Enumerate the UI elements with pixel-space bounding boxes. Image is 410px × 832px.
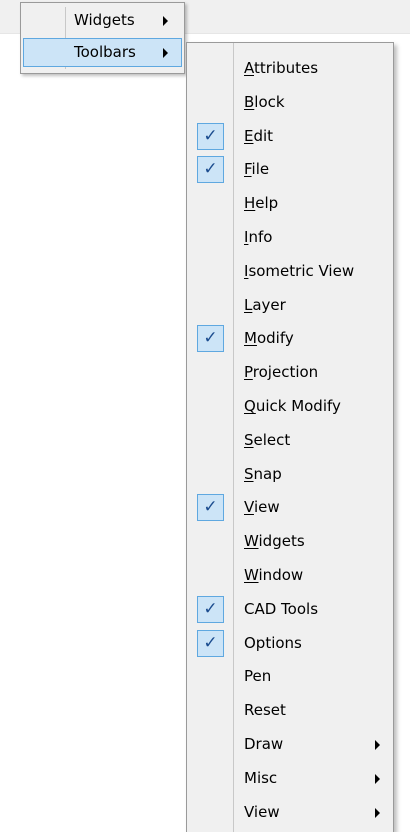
mnemonic-letter: W: [244, 566, 259, 584]
mnemonic-letter: A: [244, 59, 254, 77]
toolbar-menu-item[interactable]: ✓ Edit: [190, 120, 390, 153]
label-text: Options: [244, 633, 302, 652]
mnemonic-letter: B: [244, 92, 255, 111]
mnemonic-letter: S: [244, 464, 254, 483]
toolbar-menu-item[interactable]: ✓Misc: [190, 762, 390, 795]
toolbars-submenu: ✓Attributes✓Block✓Edit✓File✓Help✓Info✓Is…: [186, 42, 394, 832]
checkmark-icon: ✓: [197, 629, 224, 657]
toolbar-menu-item[interactable]: ✓Draw: [190, 728, 390, 761]
toolbar-menu-item[interactable]: ✓View: [190, 796, 390, 829]
label-text-rest: elect: [253, 430, 291, 449]
menu-item-label: Snap: [244, 464, 282, 484]
checkmark-icon: ✓: [197, 325, 224, 353]
menu-item-widgets[interactable]: Widgets: [23, 6, 182, 35]
menu-item-label: Layer: [244, 295, 286, 315]
label-text: Pen: [244, 667, 272, 686]
menu-item-label: Edit: [244, 126, 273, 146]
toolbar-menu-item[interactable]: ✓Info: [190, 221, 390, 254]
toolbar-menu-item[interactable]: ✓Projection: [190, 356, 390, 389]
menu-item-label: View: [244, 802, 280, 822]
menu-item-label: Block: [244, 92, 285, 112]
menu-item-label: Window: [244, 565, 303, 585]
menu-item-label: Widgets: [74, 11, 135, 29]
label-text-rest: ttributes: [254, 59, 319, 77]
label-text-rest: nap: [253, 464, 282, 483]
toolbar-menu-item[interactable]: ✓Layer: [190, 289, 390, 322]
label-text: Reset: [244, 701, 286, 720]
mnemonic-letter: W: [244, 532, 259, 551]
label-text-rest: uick Modify: [255, 397, 341, 415]
toolbar-menu-item[interactable]: ✓Help: [190, 187, 390, 220]
toolbar-menu-item[interactable]: ✓ Options: [190, 627, 390, 660]
menu-item-label: Attributes: [244, 58, 318, 78]
menu-item-label: Misc: [244, 768, 277, 788]
menu-item-toolbars[interactable]: Toolbars: [23, 38, 182, 67]
checkmark-icon: ✓: [197, 595, 224, 623]
submenu-arrow-icon: [375, 740, 380, 750]
submenu-arrow-icon: [163, 48, 168, 58]
toolbar-menu-item[interactable]: ✓Widgets: [190, 525, 390, 558]
submenu-arrow-icon: [375, 807, 380, 818]
checkmark-icon: ✓: [197, 494, 224, 522]
label-text-rest: elp: [255, 194, 279, 213]
menu-item-label: Reset: [244, 700, 286, 720]
toolbar-menu-item[interactable]: ✓Select: [190, 424, 390, 457]
menu-item-label: Options: [244, 633, 302, 653]
menu-item-label: File: [244, 159, 269, 179]
mnemonic-letter: P: [244, 363, 253, 382]
menu-item-label: Widgets: [244, 531, 305, 551]
toolbar-menu-item[interactable]: ✓ Modify: [190, 322, 390, 355]
menu-item-label: Modify: [244, 328, 294, 348]
mnemonic-letter: V: [244, 498, 254, 517]
menu-item-label: Quick Modify: [244, 396, 341, 416]
toolbar-menu-item[interactable]: ✓Pen: [190, 660, 390, 693]
menu-item-label: Info: [244, 227, 272, 247]
menu-item-label: Help: [244, 193, 278, 213]
toolbar-menu-item[interactable]: ✓Isometric View: [190, 255, 390, 288]
toolbar-menu-item[interactable]: ✓Reset: [190, 694, 390, 727]
label-text: Misc: [244, 768, 278, 787]
menu-item-label: Projection: [244, 362, 318, 382]
checkmark-icon: ✓: [197, 122, 224, 150]
menu-item-label: Toolbars: [74, 43, 136, 61]
label-text-rest: odify: [256, 329, 294, 348]
label-text: View: [244, 802, 280, 821]
label-text-rest: ile: [251, 160, 270, 179]
toolbar-menu-item[interactable]: ✓Attributes: [190, 52, 390, 85]
parent-menu: Widgets Toolbars: [20, 2, 185, 74]
label-text-rest: dit: [253, 126, 274, 145]
menu-item-label: Pen: [244, 666, 271, 686]
label-text-rest: sometric View: [248, 261, 355, 280]
menu-item-label: CAD Tools: [244, 599, 318, 619]
label-text-rest: idgets: [258, 532, 305, 551]
label-text-rest: iew: [253, 498, 280, 517]
mnemonic-letter: H: [244, 194, 256, 213]
label-text-rest: nfo: [248, 228, 273, 246]
label-text-rest: indow: [258, 566, 304, 584]
label-text: CAD Tools: [244, 599, 319, 618]
toolbar-menu-item[interactable]: ✓ File: [190, 153, 390, 186]
mnemonic-letter: S: [244, 430, 254, 449]
toolbar-menu-item[interactable]: ✓Quick Modify: [190, 390, 390, 423]
toolbar-menu-item[interactable]: ✓ View: [190, 491, 390, 524]
menu-item-label: Isometric View: [244, 261, 354, 281]
checkmark-icon: ✓: [197, 156, 224, 184]
menu-item-label: Select: [244, 430, 290, 450]
label-text-rest: lock: [254, 92, 285, 111]
mnemonic-letter: F: [244, 160, 252, 179]
mnemonic-letter: Q: [244, 397, 256, 415]
submenu-arrow-icon: [375, 773, 380, 784]
toolbar-menu-item[interactable]: ✓Window: [190, 559, 390, 592]
toolbar-menu-item[interactable]: ✓Block: [190, 86, 390, 119]
submenu-arrow-icon: [163, 16, 168, 26]
menu-item-label: Draw: [244, 734, 283, 754]
toolbar-menu-item[interactable]: ✓ CAD Tools: [190, 593, 390, 626]
toolbar-menu-item[interactable]: ✓Snap: [190, 458, 390, 491]
label-text: Draw: [244, 735, 284, 753]
label-text-rest: ayer: [252, 295, 286, 314]
mnemonic-letter: M: [244, 329, 257, 348]
menu-item-label: View: [244, 497, 280, 517]
label-text-rest: rojection: [252, 363, 319, 382]
